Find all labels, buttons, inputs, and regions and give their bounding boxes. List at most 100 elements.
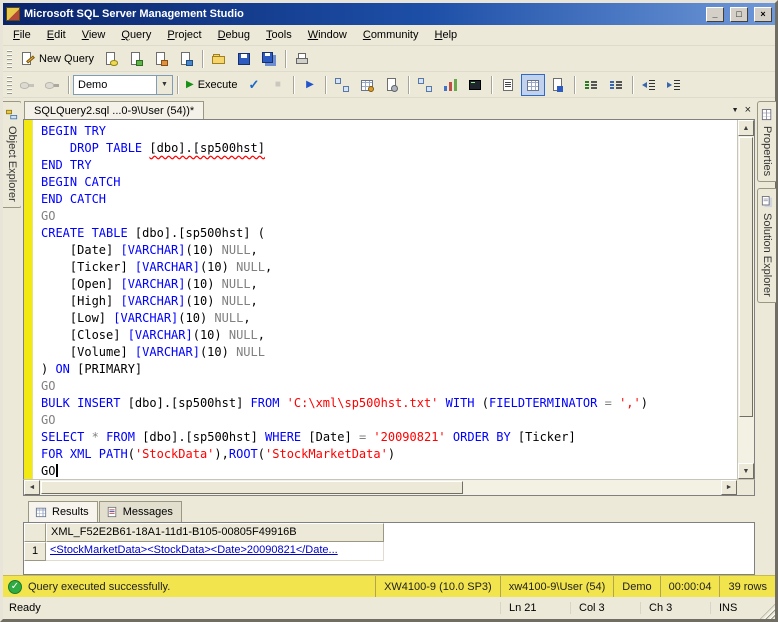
uncomment-button[interactable] (604, 74, 628, 96)
code-line-4[interactable]: BEGIN CATCH (41, 174, 737, 191)
menu-item-view[interactable]: View (74, 26, 114, 44)
comment-button[interactable] (579, 74, 603, 96)
active-files-dropdown-icon[interactable]: ▼ (732, 107, 739, 114)
messages-tab[interactable]: Messages (99, 501, 182, 522)
database-engine-query-button[interactable] (99, 48, 123, 70)
scroll-up-icon[interactable]: ▲ (738, 120, 754, 136)
vertical-scrollbar[interactable]: ▲ ▼ (737, 120, 754, 479)
object-explorer-tab[interactable]: Object Explorer (3, 101, 22, 208)
code-line-5[interactable]: END CATCH (41, 191, 737, 208)
cancel-query-button[interactable]: ■ (266, 74, 289, 96)
xml-result-link[interactable]: <StockMarketData><StockData><Date>200908… (50, 544, 338, 556)
results-tab[interactable]: Results (28, 501, 98, 522)
messages-icon (105, 505, 119, 519)
open-file-button[interactable] (207, 48, 231, 70)
parse-button[interactable]: ✓ (242, 74, 265, 96)
status-char: Ch 3 (640, 602, 710, 614)
code-line-6[interactable]: GO (41, 208, 737, 225)
code-line-15[interactable]: ) ON [PRIMARY] (41, 361, 737, 378)
scroll-right-icon[interactable]: ► (721, 480, 737, 495)
menu-item-debug[interactable]: Debug (210, 26, 258, 44)
menu-item-tools[interactable]: Tools (258, 26, 300, 44)
maximize-button[interactable]: □ (730, 7, 748, 22)
code-token: ROOT (229, 447, 258, 461)
toolbar-separator (491, 76, 492, 94)
code-line-14[interactable]: [Volume] [VARCHAR](10) NULL (41, 344, 737, 361)
connect-button[interactable] (15, 74, 39, 96)
vertical-scroll-thumb[interactable] (739, 137, 753, 417)
results-to-text-button[interactable] (496, 74, 520, 96)
xmla-query-button[interactable] (174, 48, 198, 70)
code-line-11[interactable]: [High] [VARCHAR](10) NULL, (41, 293, 737, 310)
code-line-10[interactable]: [Open] [VARCHAR](10) NULL, (41, 276, 737, 293)
code-line-2[interactable]: DROP TABLE [dbo].[sp500hst] (41, 140, 737, 157)
code-line-1[interactable]: BEGIN TRY (41, 123, 737, 140)
code-area[interactable]: BEGIN TRY DROP TABLE [dbo].[sp500hst]END… (33, 120, 737, 479)
close-document-icon[interactable]: × (745, 104, 751, 116)
save-all-button[interactable] (257, 48, 281, 70)
code-line-8[interactable]: [Date] [VARCHAR](10) NULL, (41, 242, 737, 259)
print-button[interactable] (290, 48, 314, 70)
decrease-indent-button[interactable] (637, 74, 661, 96)
grid-column-header[interactable]: XML_F52E2B61-18A1-11d1-B105-00805F49916B (46, 523, 384, 542)
menu-item-file[interactable]: File (5, 26, 39, 44)
results-grid: XML_F52E2B61-18A1-11d1-B105-00805F49916B… (24, 523, 384, 561)
code-line-13[interactable]: [Close] [VARCHAR](10) NULL, (41, 327, 737, 344)
scroll-down-icon[interactable]: ▼ (738, 463, 754, 479)
code-line-19[interactable]: SELECT * FROM [dbo].[sp500hst] WHERE [Da… (41, 429, 737, 446)
toolbar-separator (325, 76, 326, 94)
minimize-button[interactable]: _ (706, 7, 724, 22)
horizontal-scroll-thumb[interactable] (41, 481, 463, 494)
code-line-17[interactable]: BULK INSERT [dbo].[sp500hst] FROM 'C:\xm… (41, 395, 737, 412)
code-line-9[interactable]: [Ticker] [VARCHAR](10) NULL, (41, 259, 737, 276)
available-databases-combo[interactable]: Demo ▼ (73, 75, 173, 95)
code-line-20[interactable]: FOR XML PATH('StockData'),ROOT('StockMar… (41, 446, 737, 463)
increase-indent-button[interactable] (662, 74, 686, 96)
solution-explorer-tab[interactable]: Solution Explorer (757, 188, 776, 303)
document-tab[interactable]: SQLQuery2.sql ...0-9\User (54))* (24, 101, 204, 119)
actual-plan-button[interactable] (413, 74, 437, 96)
new-query-button[interactable]: New Query (15, 48, 98, 70)
menu-item-project[interactable]: Project (159, 26, 209, 44)
menu-item-community[interactable]: Community (355, 26, 427, 44)
save-button[interactable] (232, 48, 256, 70)
debug-button[interactable]: ▶ (298, 74, 321, 96)
horizontal-scroll-track[interactable] (40, 480, 721, 495)
code-token: END CATCH (41, 192, 106, 206)
toolbar-separator (68, 76, 69, 94)
code-line-3[interactable]: END TRY (41, 157, 737, 174)
client-statistics-button[interactable] (438, 74, 462, 96)
properties-tab[interactable]: Properties (757, 101, 776, 182)
template-parameters-button[interactable] (380, 74, 404, 96)
code-token: ( (128, 447, 135, 461)
code-token: , (243, 311, 250, 325)
grid-corner-cell[interactable] (24, 523, 46, 542)
close-button[interactable]: × (754, 7, 772, 22)
change-connection-button[interactable] (40, 74, 64, 96)
code-line-21[interactable]: GO (41, 463, 737, 479)
mdx-query-button[interactable] (124, 48, 148, 70)
toolbar-grip[interactable] (7, 76, 12, 94)
grid-row-header[interactable]: 1 (24, 542, 46, 561)
dmx-query-button[interactable] (149, 48, 173, 70)
scroll-left-icon[interactable]: ◄ (24, 480, 40, 495)
code-line-12[interactable]: [Low] [VARCHAR](10) NULL, (41, 310, 737, 327)
menu-item-window[interactable]: Window (300, 26, 355, 44)
code-line-7[interactable]: CREATE TABLE [dbo].[sp500hst] ( (41, 225, 737, 242)
menu-item-query[interactable]: Query (113, 26, 159, 44)
sqlcmd-mode-button[interactable] (463, 74, 487, 96)
menu-item-edit[interactable]: Edit (39, 26, 74, 44)
query-designer-button[interactable] (355, 74, 379, 96)
menu-item-help[interactable]: Help (427, 26, 466, 44)
code-line-18[interactable]: GO (41, 412, 737, 429)
execute-button[interactable]: ▶ Execute (182, 74, 241, 96)
horizontal-scrollbar[interactable]: ◄ ► (23, 479, 755, 496)
estimated-plan-button[interactable] (330, 74, 354, 96)
code-line-16[interactable]: GO (41, 378, 737, 395)
resize-grip[interactable] (760, 604, 775, 619)
toolbar-grip[interactable] (7, 50, 12, 68)
combo-dropdown-button[interactable]: ▼ (156, 76, 172, 94)
results-to-file-button[interactable] (546, 74, 570, 96)
elapsed-time: 00:00:04 (660, 576, 720, 597)
results-to-grid-button[interactable] (521, 74, 545, 96)
